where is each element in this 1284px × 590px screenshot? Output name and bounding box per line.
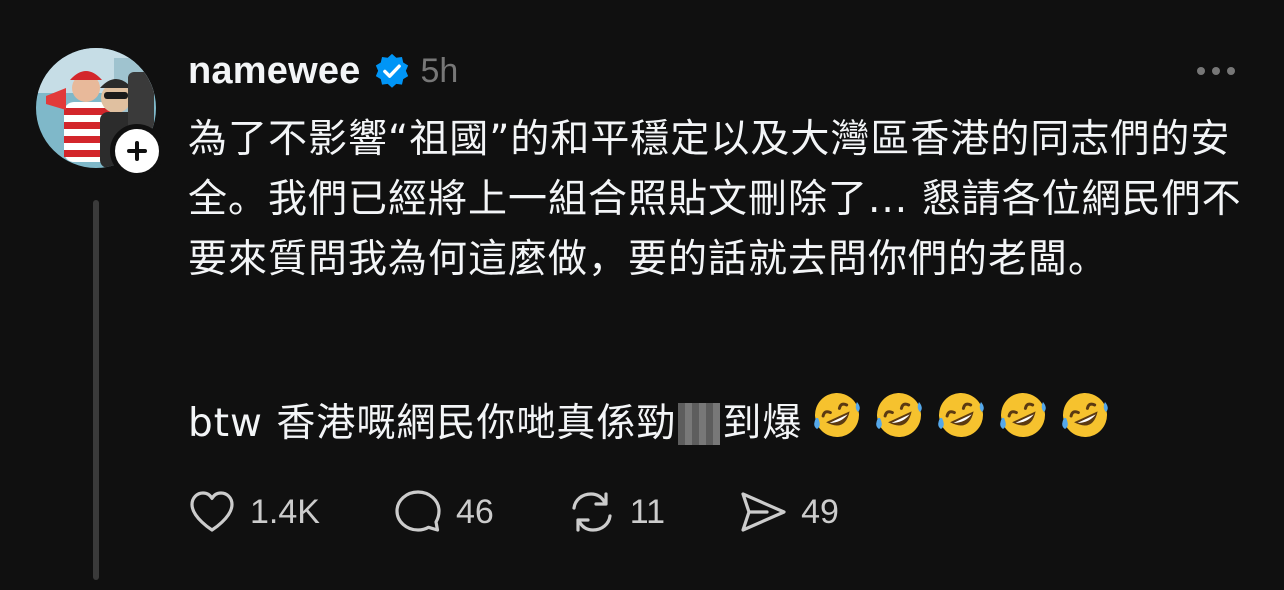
share-count: 49	[801, 492, 839, 531]
post-header: namewee 5h	[188, 46, 458, 96]
repost-count: 11	[629, 492, 666, 531]
send-icon	[741, 492, 786, 532]
heart-icon	[190, 491, 234, 532]
laughing-emoji-icon	[876, 393, 923, 437]
follow-button[interactable]	[110, 124, 164, 178]
post-text-second: btw 香港嘅網民你哋真係勁 到爆	[188, 388, 1258, 460]
avatar-container	[36, 48, 164, 178]
post-text: 為了不影響“祖國”的和平穩定以及大灣區香港的同志們的安全。我們已經將上一組合照貼…	[188, 117, 1242, 282]
laughing-emoji-icon	[938, 393, 985, 437]
repost-button[interactable]: 11	[566, 486, 665, 538]
laughing-emoji-icon	[1062, 393, 1109, 437]
comment-count: 46	[455, 492, 494, 531]
post-text-second-before: btw 香港嘅網民你哋真係勁	[188, 401, 677, 446]
laughing-emoji-icon	[814, 393, 861, 437]
post-time: 5h	[420, 51, 459, 90]
username[interactable]: namewee	[188, 50, 361, 93]
repost-icon	[572, 492, 612, 532]
like-count: 1.4K	[250, 492, 320, 531]
comment-button[interactable]: 46	[392, 486, 494, 538]
post-text-second-after: 到爆	[722, 401, 803, 446]
like-button[interactable]: 1.4K	[186, 486, 320, 538]
comment-bubble-icon	[395, 490, 441, 532]
laughing-emoji-icon	[1000, 393, 1047, 437]
more-options-icon	[1197, 67, 1235, 75]
more-options-button[interactable]	[1194, 56, 1238, 86]
action-bar: 1.4K 46 11 49	[186, 484, 911, 540]
emoji-row	[802, 388, 1112, 460]
plus-icon	[127, 141, 147, 161]
share-button[interactable]: 49	[737, 486, 839, 538]
censor-mosaic	[678, 403, 721, 445]
verified-badge-icon	[373, 52, 411, 90]
thread-line	[93, 200, 99, 580]
